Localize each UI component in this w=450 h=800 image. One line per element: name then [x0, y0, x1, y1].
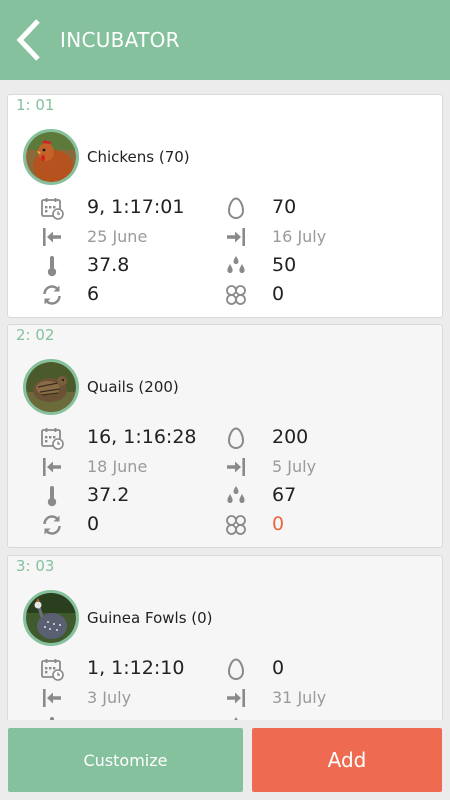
end-arrow-icon: [224, 455, 248, 479]
end-date: 16 July: [272, 227, 327, 246]
slot-label: 1: 01: [16, 96, 55, 114]
incubator-card[interactable]: 1: 01 Chickens (70) 9, 1:17:01 70 25 Jun…: [7, 94, 443, 318]
stats-row-duration: 1, 1:12:10 0: [8, 655, 444, 684]
thermometer-icon: [40, 254, 64, 278]
incubator-card[interactable]: 3: 03 Guinea Fowls (0) 1, 1:12:10 0 3 Ju…: [7, 555, 443, 720]
start-date: 25 June: [87, 227, 148, 246]
stats-row-dates: 3 July 31 July: [8, 684, 444, 713]
calendar-clock-icon: [40, 426, 64, 450]
start-arrow-icon: [40, 686, 64, 710]
humidity-value: 50: [272, 254, 297, 276]
customize-button[interactable]: Customize: [8, 728, 243, 792]
start-date: 18 June: [87, 457, 148, 476]
calendar-clock-icon: [40, 657, 64, 681]
turns-value: 0: [87, 513, 100, 535]
fan-icon: [224, 513, 248, 537]
egg-count: 0: [272, 657, 285, 679]
app-screen: INCUBATOR 1: 01 Chickens (70) 9, 1:17:01…: [0, 0, 450, 800]
stats-row-duration: 9, 1:17:01 70: [8, 194, 444, 223]
egg-icon: [224, 657, 248, 681]
end-date: 5 July: [272, 457, 317, 476]
chevron-left-icon: [16, 19, 40, 61]
stats-row-climate: 37.2 67: [8, 482, 444, 511]
avatar-chicken: [23, 129, 79, 185]
elapsed-time: 1, 1:12:10: [87, 657, 185, 679]
start-arrow-icon: [40, 225, 64, 249]
quail-photo: [26, 362, 76, 412]
start-date: 3 July: [87, 688, 132, 707]
stats-row-climate: [8, 713, 444, 720]
stats-row-climate: 37.8 50: [8, 252, 444, 281]
incubator-list[interactable]: 1: 01 Chickens (70) 9, 1:17:01 70 25 Jun…: [0, 88, 450, 720]
app-header: INCUBATOR: [0, 0, 450, 80]
egg-icon: [224, 196, 248, 220]
temperature-value: 37.2: [87, 484, 130, 506]
end-date: 31 July: [272, 688, 327, 707]
page-title: INCUBATOR: [60, 28, 180, 52]
humidity-drops-icon: [224, 254, 248, 278]
egg-count: 200: [272, 426, 309, 448]
temperature-value: 37.8: [87, 254, 130, 276]
thermometer-icon: [40, 484, 64, 508]
ventilation-value: 0: [272, 283, 285, 305]
stats-row-duration: 16, 1:16:28 200: [8, 424, 444, 453]
incubator-card[interactable]: 2: 02 Quails (200) 16, 1:16:28 200 18 Ju…: [7, 324, 443, 548]
slot-label: 3: 03: [16, 557, 55, 575]
stats-row-dates: 18 June 5 July: [8, 453, 444, 482]
humidity-drops-icon: [224, 484, 248, 508]
turn-refresh-icon: [40, 513, 64, 537]
turn-refresh-icon: [40, 283, 64, 307]
card-title: Chickens (70): [87, 148, 190, 166]
egg-icon: [224, 426, 248, 450]
footer-bar: Customize Add: [0, 720, 450, 800]
calendar-clock-icon: [40, 196, 64, 220]
chicken-photo: [26, 132, 76, 182]
turns-value: 6: [87, 283, 100, 305]
stats-row-controls: 6 0: [8, 281, 444, 310]
ventilation-value: 0: [272, 513, 285, 535]
elapsed-time: 9, 1:17:01: [87, 196, 185, 218]
egg-count: 70: [272, 196, 297, 218]
slot-label: 2: 02: [16, 326, 55, 344]
add-button[interactable]: Add: [252, 728, 442, 792]
stats-row-controls: 0 0: [8, 511, 444, 540]
guinea-fowl-photo: [26, 593, 76, 643]
card-title: Quails (200): [87, 378, 179, 396]
elapsed-time: 16, 1:16:28: [87, 426, 197, 448]
stats-row-dates: 25 June 16 July: [8, 223, 444, 252]
fan-icon: [224, 283, 248, 307]
end-arrow-icon: [224, 225, 248, 249]
start-arrow-icon: [40, 455, 64, 479]
avatar-quail: [23, 359, 79, 415]
card-title: Guinea Fowls (0): [87, 609, 213, 627]
back-button[interactable]: [0, 0, 60, 80]
avatar-guinea-fowl: [23, 590, 79, 646]
end-arrow-icon: [224, 686, 248, 710]
humidity-value: 67: [272, 484, 297, 506]
